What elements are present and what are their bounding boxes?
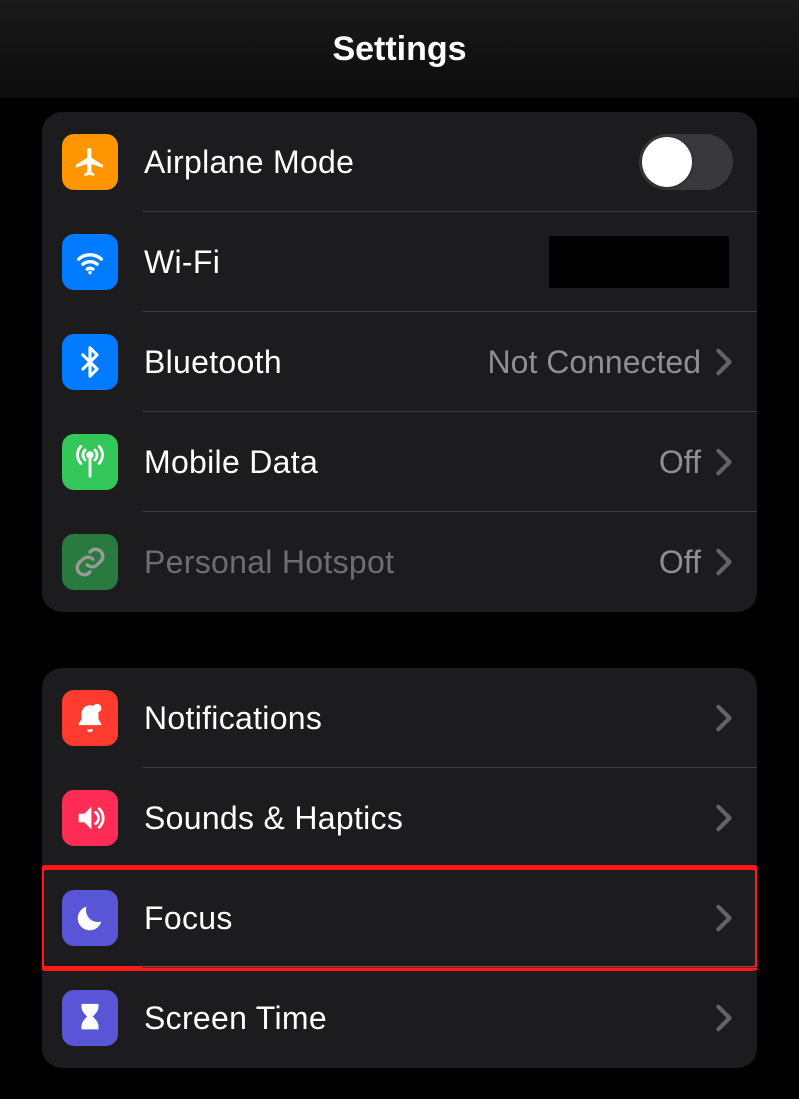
sounds-label: Sounds & Haptics: [144, 800, 715, 837]
airplane-icon: [62, 134, 118, 190]
chevron-right-icon: [715, 1004, 733, 1032]
antenna-icon: [62, 434, 118, 490]
bell-icon: [62, 690, 118, 746]
sounds-row[interactable]: Sounds & Haptics: [42, 768, 757, 868]
wifi-icon: [62, 234, 118, 290]
chevron-right-icon: [715, 448, 733, 476]
mobile-label: Mobile Data: [144, 444, 659, 481]
chevron-right-icon: [715, 904, 733, 932]
bluetooth-icon: [62, 334, 118, 390]
focus-label: Focus: [144, 900, 715, 937]
notifications-row[interactable]: Notifications: [42, 668, 757, 768]
hourglass-icon: [62, 990, 118, 1046]
hotspot-row[interactable]: Personal HotspotOff: [42, 512, 757, 612]
settings-group: Airplane Mode Wi-Fi BluetoothNot Connected…: [42, 112, 757, 612]
notifications-label: Notifications: [144, 700, 715, 737]
focus-row[interactable]: Focus: [42, 868, 757, 968]
bluetooth-label: Bluetooth: [144, 344, 488, 381]
bluetooth-value: Not Connected: [488, 344, 701, 381]
hotspot-label: Personal Hotspot: [144, 544, 659, 581]
airplane-toggle[interactable]: [639, 134, 733, 190]
chevron-right-icon: [715, 804, 733, 832]
wifi-label: Wi-Fi: [144, 244, 549, 281]
mobile-value: Off: [659, 444, 701, 481]
header: Settings: [0, 0, 799, 98]
link-icon: [62, 534, 118, 590]
page-title: Settings: [332, 30, 466, 69]
chevron-right-icon: [715, 704, 733, 732]
settings-group: Notifications Sounds & Haptics Focus Screen…: [42, 668, 757, 1068]
screentime-label: Screen Time: [144, 1000, 715, 1037]
screentime-row[interactable]: Screen Time: [42, 968, 757, 1068]
chevron-right-icon: [715, 348, 733, 376]
hotspot-value: Off: [659, 544, 701, 581]
chevron-right-icon: [715, 548, 733, 576]
moon-icon: [62, 890, 118, 946]
toggle-knob: [642, 137, 692, 187]
speaker-icon: [62, 790, 118, 846]
bluetooth-row[interactable]: BluetoothNot Connected: [42, 312, 757, 412]
mobile-row[interactable]: Mobile DataOff: [42, 412, 757, 512]
airplane-label: Airplane Mode: [144, 144, 639, 181]
wifi-row[interactable]: Wi-Fi: [42, 212, 757, 312]
airplane-row[interactable]: Airplane Mode: [42, 112, 757, 212]
wifi-value-redacted: [549, 236, 729, 288]
